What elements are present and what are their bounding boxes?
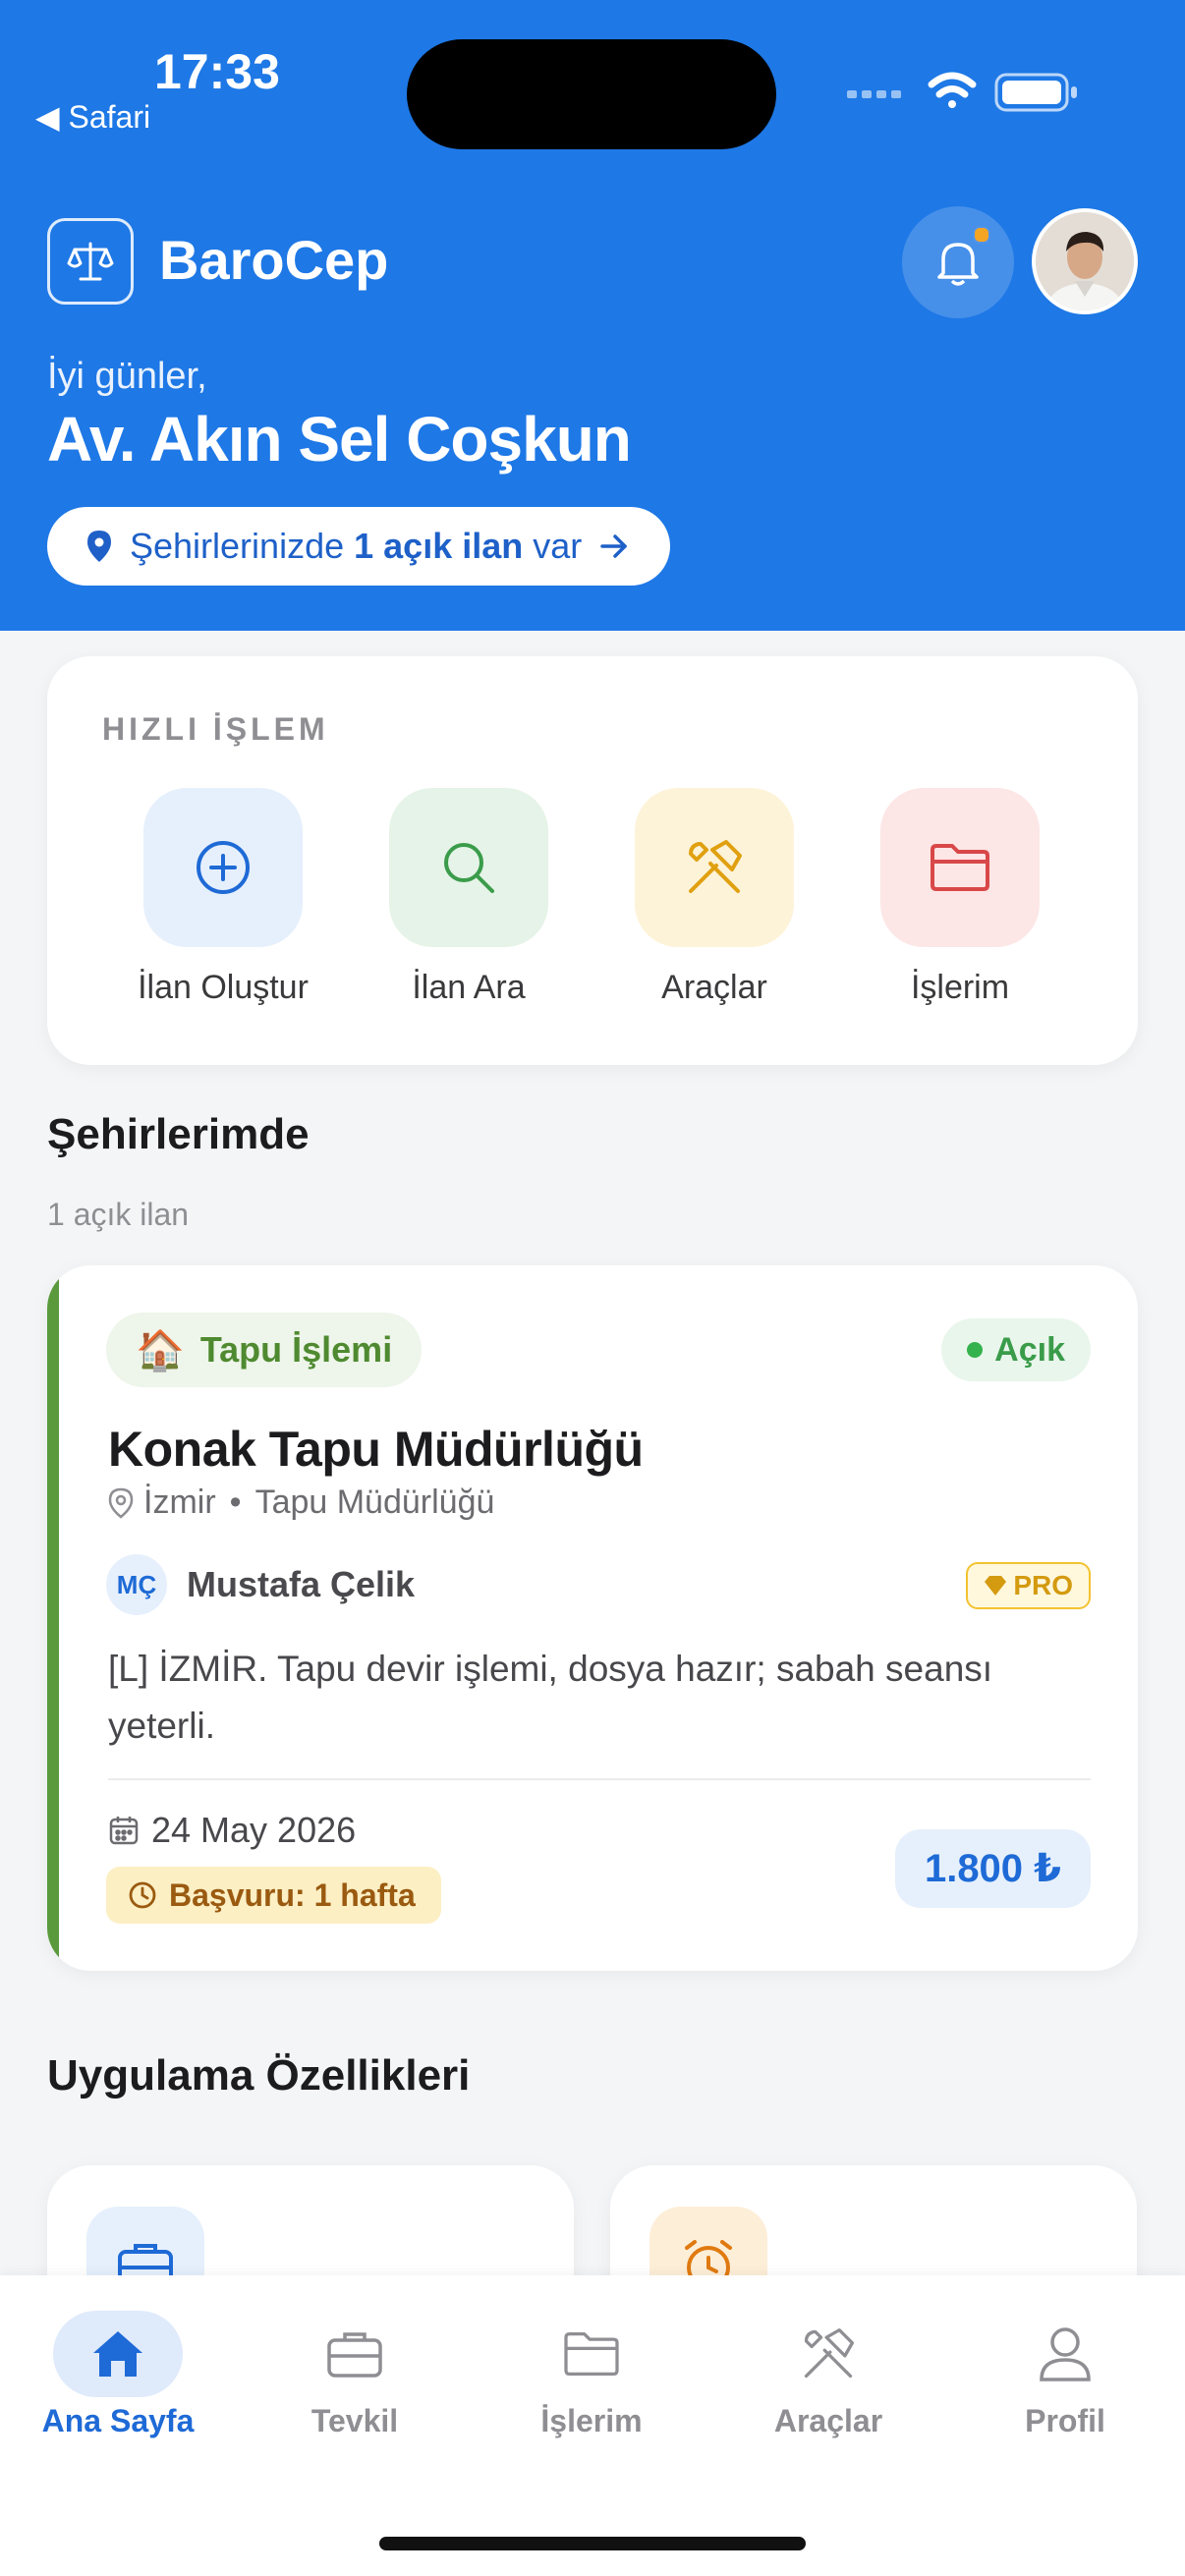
quick-action-icon-bg bbox=[880, 788, 1040, 947]
quick-actions-title: HIZLI İŞLEM bbox=[102, 711, 329, 747]
location-pin-icon bbox=[87, 531, 111, 562]
tools-button[interactable]: Araçlar bbox=[616, 788, 813, 1007]
battery-icon bbox=[994, 73, 1077, 112]
poster-name: Mustafa Çelik bbox=[187, 1564, 416, 1604]
divider bbox=[108, 1778, 1091, 1780]
profile-avatar[interactable] bbox=[1032, 208, 1138, 314]
person-icon bbox=[1000, 2311, 1130, 2397]
house-icon: 🏠 bbox=[136, 1328, 185, 1372]
listing-office: Tapu Müdürlüğü bbox=[254, 1484, 495, 1521]
tab-label: Tevkil bbox=[310, 2403, 399, 2438]
status-badge: Açık bbox=[941, 1318, 1091, 1381]
features-section-title: Uygulama Özellikleri bbox=[47, 2051, 471, 2100]
poster-avatar: MÇ bbox=[106, 1554, 167, 1615]
notifications-button[interactable] bbox=[902, 206, 1014, 318]
status-icons bbox=[847, 69, 1083, 118]
wifi-icon bbox=[928, 72, 977, 108]
app-logo-scales-icon bbox=[47, 218, 134, 305]
calendar-icon bbox=[109, 1817, 139, 1845]
quick-action-icon-bg bbox=[389, 788, 548, 947]
arrow-right-icon bbox=[600, 534, 627, 558]
tools-icon bbox=[689, 840, 742, 893]
status-dot-icon bbox=[967, 1342, 984, 1358]
quick-action-label: İlan Oluştur bbox=[138, 969, 309, 1006]
folder-icon bbox=[931, 844, 989, 891]
category-accent-bar bbox=[47, 1265, 59, 1971]
plus-circle-icon bbox=[197, 841, 250, 894]
listing-date: 24 May 2026 bbox=[151, 1810, 357, 1850]
city-notice-text: Şehirlerinizde 1 açık ilan var bbox=[130, 526, 583, 566]
create-listing-button[interactable]: İlan Oluştur bbox=[125, 788, 321, 1007]
quick-action-label: İşlerim bbox=[910, 969, 1010, 1006]
tab-home[interactable]: Ana Sayfa bbox=[0, 2311, 236, 2439]
diamond-icon bbox=[985, 1576, 1007, 1596]
tab-label: Ana Sayfa bbox=[41, 2403, 195, 2438]
quick-action-icon-bg bbox=[143, 788, 303, 947]
tab-label: İşlerim bbox=[540, 2403, 643, 2438]
search-listing-button[interactable]: İlan Ara bbox=[370, 788, 567, 1007]
my-jobs-button[interactable]: İşlerim bbox=[862, 788, 1058, 1007]
tab-profile[interactable]: Profil bbox=[947, 2311, 1183, 2439]
quick-actions-card: HIZLI İŞLEM İlan Oluştur İlan Ara Araçla… bbox=[47, 656, 1138, 1065]
status-time: 17:33 bbox=[154, 44, 280, 99]
cities-section-subtitle: 1 açık ilan bbox=[47, 1197, 190, 1232]
listing-description: [L] İZMİR. Tapu devir işlemi, dosya hazı… bbox=[108, 1649, 993, 1746]
back-to-safari-link[interactable]: ◀ Safari bbox=[35, 98, 150, 136]
listing-city: İzmir bbox=[143, 1484, 216, 1521]
folder-icon bbox=[527, 2311, 656, 2397]
price-badge: 1.800 ₺ bbox=[894, 1829, 1091, 1908]
listing-title: Konak Tapu Müdürlüğü bbox=[108, 1422, 644, 1477]
home-indicator bbox=[379, 2537, 806, 2550]
location-pin-outline-icon bbox=[108, 1487, 134, 1519]
search-icon bbox=[444, 843, 494, 893]
listing-card[interactable]: 🏠 Tapu İşlemi Açık Konak Tapu Müdürlüğü … bbox=[47, 1265, 1138, 1971]
cities-section-title: Şehirlerimde bbox=[47, 1110, 310, 1158]
tools-icon bbox=[763, 2311, 893, 2397]
status-label: Açık bbox=[994, 1330, 1065, 1369]
notification-dot bbox=[973, 226, 990, 244]
listing-location: İzmir • Tapu Müdürlüğü bbox=[108, 1484, 494, 1522]
tab-label: Araçlar bbox=[773, 2403, 883, 2438]
tab-label: Profil bbox=[1025, 2403, 1105, 2438]
deadline-label: Başvuru: 1 hafta bbox=[169, 1876, 416, 1913]
separator-dot: • bbox=[229, 1484, 242, 1521]
signal-icon bbox=[847, 90, 901, 98]
category-label: Tapu İşlemi bbox=[199, 1329, 393, 1370]
tab-proxy[interactable]: Tevkil bbox=[237, 2311, 473, 2439]
category-badge: 🏠 Tapu İşlemi bbox=[106, 1313, 423, 1387]
briefcase-icon bbox=[290, 2311, 420, 2397]
bell-icon bbox=[937, 243, 979, 286]
home-icon bbox=[53, 2311, 183, 2397]
app-name: BaroCep bbox=[159, 229, 389, 291]
tab-tools[interactable]: Araçlar bbox=[710, 2311, 946, 2439]
deadline-badge: Başvuru: 1 hafta bbox=[106, 1867, 441, 1924]
quick-action-icon-bg bbox=[635, 788, 794, 947]
quick-action-label: İlan Ara bbox=[412, 969, 526, 1006]
pro-badge: PRO bbox=[966, 1562, 1091, 1609]
poster-info[interactable]: MÇ Mustafa Çelik bbox=[106, 1554, 415, 1615]
clock-icon bbox=[129, 1881, 156, 1909]
tab-my-jobs[interactable]: İşlerim bbox=[474, 2311, 709, 2439]
city-listings-link[interactable]: Şehirlerinizde 1 açık ilan var bbox=[47, 507, 671, 586]
listing-date-row: 24 May 2026 bbox=[108, 1810, 356, 1851]
app-header: 17:33 ◀ Safari BaroCep İyi günler, Av. A… bbox=[0, 0, 1185, 631]
dynamic-island bbox=[407, 39, 776, 149]
quick-action-label: Araçlar bbox=[661, 969, 767, 1006]
pro-badge-label: PRO bbox=[1013, 1570, 1073, 1600]
bottom-tab-bar: Ana Sayfa Tevkil İşlerim Araçlar Profil bbox=[0, 2275, 1185, 2576]
greeting-text: İyi günler, bbox=[47, 356, 207, 397]
user-name: Av. Akın Sel Coşkun bbox=[47, 404, 632, 475]
